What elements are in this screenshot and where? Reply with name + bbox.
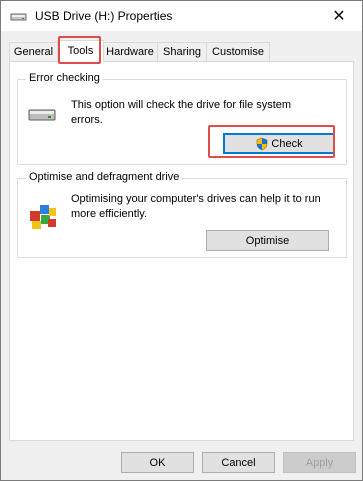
defrag-title: Optimise and defragment drive [26, 171, 183, 183]
close-button[interactable]: ✕ [316, 1, 362, 31]
defrag-description: Optimising your computer's drives can he… [71, 193, 321, 220]
apply-button[interactable]: Apply [283, 452, 356, 473]
tab-general[interactable]: General [9, 42, 58, 61]
defrag-group: Optimise and defragment drive Optimising… [17, 171, 347, 258]
error-checking-group: Error checking This option will check th… [17, 72, 347, 165]
cancel-button[interactable]: Cancel [202, 452, 275, 473]
usb-drive-icon [10, 11, 28, 23]
ok-button[interactable]: OK [121, 452, 194, 473]
tab-customise[interactable]: Customise [206, 42, 270, 61]
title-bar: USB Drive (H:) Properties ✕ [1, 1, 362, 31]
tools-panel: Error checking This option will check th… [9, 61, 354, 441]
tab-tools[interactable]: Tools [57, 40, 104, 62]
check-button[interactable]: Check [223, 133, 335, 154]
check-button-label: Check [271, 137, 303, 150]
defrag-icon [28, 201, 58, 234]
error-checking-title: Error checking [26, 72, 103, 84]
uac-shield-icon [255, 137, 269, 151]
properties-window: USB Drive (H:) Properties ✕ General Tool… [0, 0, 363, 481]
error-checking-description: This option will check the drive for fil… [71, 99, 292, 126]
tab-hardware[interactable]: Hardware [102, 42, 158, 61]
window-title: USB Drive (H:) Properties [35, 9, 173, 23]
optimise-button[interactable]: Optimise [206, 230, 329, 251]
drive-icon [28, 107, 56, 126]
tab-sharing[interactable]: Sharing [157, 42, 207, 61]
